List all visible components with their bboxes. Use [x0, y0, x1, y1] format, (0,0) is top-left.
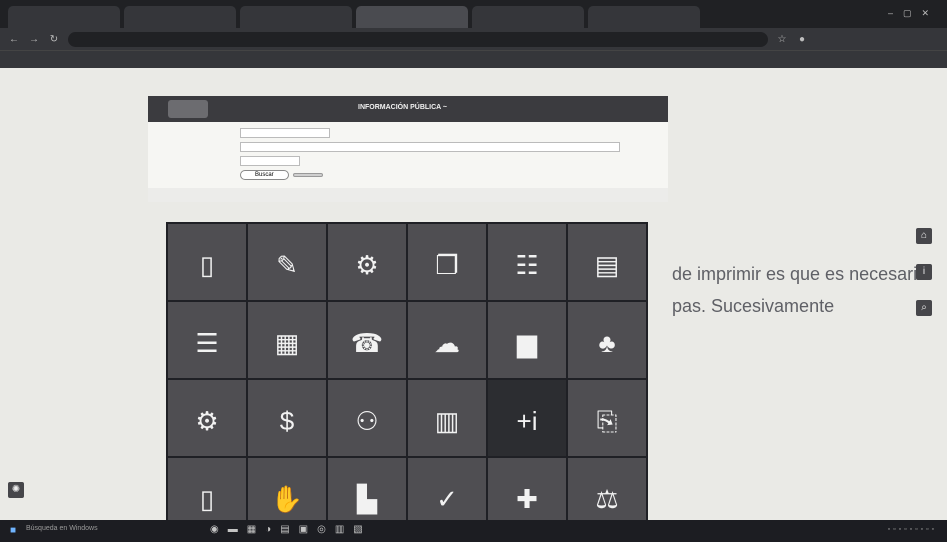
filter-row	[160, 127, 656, 138]
info-tile[interactable]: +i	[488, 380, 566, 456]
info-tile[interactable]: ⚙	[168, 380, 246, 456]
taskbar: ■ Búsqueda en Windows ◉▬▦◑▤▣◎▥▧ ▫▫▫▫▫▫▫▫…	[0, 520, 947, 542]
gavel-icon: ⚖	[595, 484, 619, 514]
document-check-icon: ✓	[436, 484, 458, 514]
browser-tab[interactable]	[8, 6, 120, 28]
info-strip	[148, 188, 668, 202]
filter-select[interactable]	[240, 127, 330, 138]
window-controls[interactable]: –▢✕	[888, 8, 939, 19]
clear-button[interactable]	[292, 172, 323, 177]
info-tile[interactable]: ❐	[408, 224, 486, 300]
info-tile[interactable]: ▯	[168, 224, 246, 300]
info-tile[interactable]: ⎘	[568, 380, 646, 456]
document-icon: ▯	[199, 484, 215, 514]
bar-chart-icon: ▆	[517, 328, 537, 358]
info-tile[interactable]: ✎	[248, 224, 326, 300]
money-case-icon: $	[279, 406, 295, 436]
taskbar-app-icons[interactable]: ◉▬▦◑▤▣◎▥▧	[210, 524, 372, 535]
reload-icon[interactable]: ↻	[48, 34, 60, 45]
info-tile[interactable]: ☷	[488, 224, 566, 300]
info-tile[interactable]: ▦	[248, 302, 326, 378]
folder-cloud-icon: ☁	[434, 328, 460, 358]
home-icon[interactable]: ⌂	[916, 228, 932, 244]
windows-start-icon[interactable]: ■	[10, 525, 16, 536]
forward-icon[interactable]: →	[28, 34, 40, 45]
search-button[interactable]: Buscar	[240, 169, 289, 180]
url-input[interactable]	[68, 31, 768, 47]
taskbar-search[interactable]: Búsqueda en Windows	[26, 525, 176, 537]
browser-tab[interactable]	[472, 6, 584, 28]
filter-actions: Buscar	[160, 169, 656, 180]
info-tile[interactable]: ♣	[568, 302, 646, 378]
info-tile[interactable]: ☎	[328, 302, 406, 378]
chart-check-icon: ▥	[434, 406, 460, 436]
profile-icon[interactable]: ●	[796, 34, 808, 45]
portal-title[interactable]: INFORMACIÓN PÚBLICA ~	[358, 104, 447, 111]
filter-panel: Buscar	[148, 122, 668, 188]
plus-info-icon: +i	[516, 406, 538, 436]
system-tray[interactable]: ▫▫▫▫▫▫▫▫▫	[888, 526, 937, 533]
page-content: de imprimir es que es necesario pas. Suc…	[0, 68, 947, 534]
document-person-icon: ☷	[515, 250, 539, 280]
tile-grid: ▯ ✎ ⚙ ❐ ☷ ▤ ☰ ▦ ☎ ☁ ▆ ♣ ⚙ $ ⚇ ▥ +i ⎘ ▯ ✋ ▙ ✓ ✚ ⚖	[166, 222, 648, 534]
contacts-book-icon: ☎	[350, 328, 384, 358]
info-tile[interactable]: ▥	[408, 380, 486, 456]
document-gear-icon: ⎘	[596, 406, 618, 436]
presentation-chart-icon: ▦	[274, 328, 300, 358]
building-chart-icon: ▙	[357, 484, 377, 514]
document-edit-icon: ✎	[276, 250, 298, 280]
address-bar: ← → ↻ ☆ ●	[0, 28, 947, 50]
portal-logo[interactable]	[168, 100, 208, 118]
ghost-text-line: pas. Sucesivamente	[672, 296, 835, 316]
browser-tab-bar: –▢✕	[0, 0, 947, 28]
browser-tab[interactable]	[240, 6, 352, 28]
browser-tab[interactable]	[588, 6, 700, 28]
filter-row	[160, 155, 656, 166]
browser-tab[interactable]	[124, 6, 236, 28]
hand-money-icon: ✋	[270, 484, 304, 514]
browser-tab-active[interactable]	[356, 6, 468, 28]
puzzle-icon: ✚	[516, 484, 538, 514]
search-icon[interactable]: ⌕	[916, 300, 932, 316]
people-growth-icon: ⚇	[355, 406, 379, 436]
clipboard-user-icon: ▤	[594, 250, 620, 280]
file-stack-icon: ❐	[435, 250, 459, 280]
ghost-text-line: de imprimir es que es necesario	[672, 264, 928, 284]
info-tile[interactable]: ▤	[568, 224, 646, 300]
portal-header: INFORMACIÓN PÚBLICA ~	[148, 96, 668, 122]
document-list-icon: ☰	[195, 328, 219, 358]
bookmarks-bar	[0, 50, 947, 68]
info-tile[interactable]: ⚙	[328, 224, 406, 300]
back-icon[interactable]: ←	[8, 34, 20, 45]
filter-select[interactable]	[240, 141, 620, 152]
filter-row	[160, 141, 656, 152]
org-chart-icon: ♣	[598, 328, 616, 358]
filter-input[interactable]	[240, 155, 300, 166]
info-tile[interactable]: $	[248, 380, 326, 456]
gear-settings-icon: ⚙	[195, 406, 219, 436]
info-tile[interactable]: ☰	[168, 302, 246, 378]
info-tile[interactable]: ☁	[408, 302, 486, 378]
accessibility-icon[interactable]: ✺	[8, 482, 24, 498]
info-tile[interactable]: ▆	[488, 302, 566, 378]
gears-icon: ⚙	[355, 250, 379, 280]
tablet-icon: ▯	[199, 250, 215, 280]
info-icon[interactable]: i	[916, 264, 932, 280]
info-tile[interactable]: ⚇	[328, 380, 406, 456]
star-icon[interactable]: ☆	[776, 34, 788, 45]
